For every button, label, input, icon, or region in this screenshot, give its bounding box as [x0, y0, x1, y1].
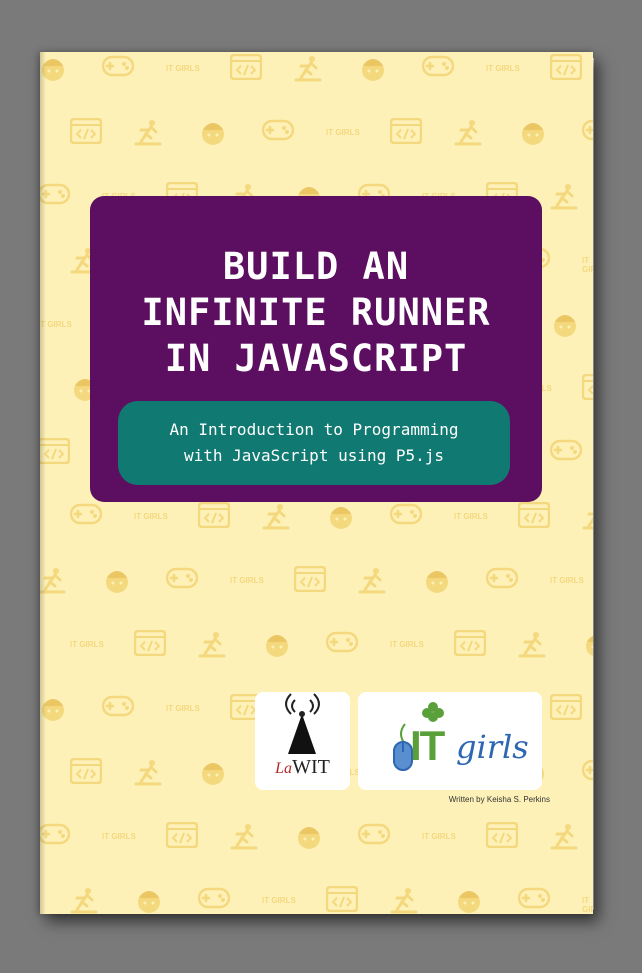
runner-icon	[390, 886, 418, 914]
girl-face-icon	[198, 758, 228, 792]
cover-title: BUILD AN INFINITE RUNNER IN JAVASCRIPT	[90, 244, 542, 382]
runner-icon	[454, 118, 482, 150]
gamepad-icon	[485, 566, 519, 594]
lawit-wordmark: LaWIT	[255, 756, 350, 779]
code-window-icon	[581, 373, 593, 404]
girl-face-icon	[454, 886, 484, 914]
runner-icon	[358, 566, 386, 598]
code-window-icon	[549, 53, 583, 84]
runner-icon	[582, 502, 593, 534]
code-window-icon	[165, 821, 199, 852]
code-window-icon	[549, 693, 583, 724]
runner-icon	[230, 822, 258, 854]
subtitle-line-2: with JavaScript using P5.js	[183, 446, 445, 465]
author-credit: Written by Keisha S. Perkins	[448, 795, 550, 804]
itgirls-girls-text: girls	[456, 728, 529, 766]
girl-face-icon	[134, 886, 164, 914]
radio-tower-icon	[285, 693, 320, 754]
title-line-3: IN JAVASCRIPT	[164, 337, 468, 380]
girl-face-icon	[294, 822, 324, 856]
booklet-cover: IT GIRLS IT GIRLS IT GIRLS IT GIRLS IT GIRLS…	[40, 52, 593, 914]
gamepad-icon	[581, 758, 593, 786]
code-window-icon	[133, 629, 167, 660]
gamepad-icon	[517, 886, 551, 914]
lawit-name: WIT	[292, 756, 330, 778]
code-window-icon	[389, 117, 423, 148]
gamepad-icon	[101, 54, 135, 82]
lawit-prefix: La	[275, 760, 293, 777]
gamepad-icon	[197, 886, 231, 914]
it-girls-pattern-text: IT GIRLS	[134, 512, 168, 521]
itgirls-logo: IT girls	[358, 692, 542, 790]
girl-face-icon	[550, 310, 580, 344]
gamepad-icon	[165, 566, 199, 594]
it-girls-pattern-text: IT GIRLS	[102, 832, 136, 841]
runner-icon	[134, 758, 162, 790]
lawit-logo: LaWIT	[255, 692, 350, 790]
subtitle-pill: An Introduction to Programming with Java…	[118, 401, 510, 485]
gamepad-icon	[421, 54, 455, 82]
code-window-icon	[325, 885, 359, 914]
title-line-2: INFINITE RUNNER	[141, 291, 491, 334]
gamepad-icon	[549, 438, 583, 466]
girl-face-icon	[422, 566, 452, 600]
code-window-icon	[229, 53, 263, 84]
code-window-icon	[485, 821, 519, 852]
it-girls-pattern-text: IT GIRLS	[422, 832, 456, 841]
runner-icon	[134, 118, 162, 150]
booklet-spine-shadow	[40, 52, 46, 914]
code-window-icon	[453, 629, 487, 660]
girl-face-icon	[326, 502, 356, 536]
gamepad-icon	[581, 118, 593, 146]
gamepad-icon	[101, 694, 135, 722]
code-window-icon	[69, 117, 103, 148]
it-girls-pattern-text: IT GIRLS	[582, 256, 593, 274]
it-girls-pattern-text: IT GIRLS	[70, 640, 104, 649]
gamepad-icon	[69, 502, 103, 530]
it-girls-pattern-text: IT GIRLS	[582, 896, 593, 914]
runner-icon	[262, 502, 290, 534]
code-window-icon	[69, 757, 103, 788]
code-window-icon	[197, 501, 231, 532]
itgirls-it-text: IT	[410, 722, 445, 769]
it-girls-pattern-text: IT GIRLS	[326, 128, 360, 137]
it-girls-pattern-text: IT GIRLS	[454, 512, 488, 521]
gamepad-icon	[261, 118, 295, 146]
title-line-1: BUILD AN	[222, 245, 410, 288]
girl-face-icon	[102, 566, 132, 600]
code-window-icon	[517, 501, 551, 532]
runner-icon	[550, 182, 578, 214]
runner-icon	[198, 630, 226, 662]
girl-face-icon	[198, 118, 228, 152]
code-window-icon	[293, 565, 327, 596]
runner-icon	[294, 54, 322, 86]
runner-icon	[550, 822, 578, 854]
subtitle-line-1: An Introduction to Programming	[169, 420, 459, 439]
it-girls-pattern-text: IT GIRLS	[230, 576, 264, 585]
runner-icon	[70, 886, 98, 914]
gamepad-icon	[357, 822, 391, 850]
cover-subtitle: An Introduction to Programming with Java…	[118, 417, 510, 469]
it-girls-pattern-text: IT GIRLS	[390, 640, 424, 649]
it-girls-pattern-text: IT GIRLS	[486, 64, 520, 73]
it-girls-pattern-text: IT GIRLS	[550, 576, 584, 585]
girl-face-icon	[262, 630, 292, 664]
it-girls-pattern-text: IT GIRLS	[166, 704, 200, 713]
it-girls-pattern-text: IT GIRLS	[166, 64, 200, 73]
gamepad-icon	[389, 502, 423, 530]
girl-face-icon	[582, 630, 593, 664]
title-panel: BUILD AN INFINITE RUNNER IN JAVASCRIPT A…	[90, 196, 542, 502]
it-girls-pattern-text: IT GIRLS	[262, 896, 296, 905]
girl-face-icon	[358, 54, 388, 88]
gamepad-icon	[325, 630, 359, 658]
girl-face-icon	[518, 118, 548, 152]
runner-icon	[518, 630, 546, 662]
